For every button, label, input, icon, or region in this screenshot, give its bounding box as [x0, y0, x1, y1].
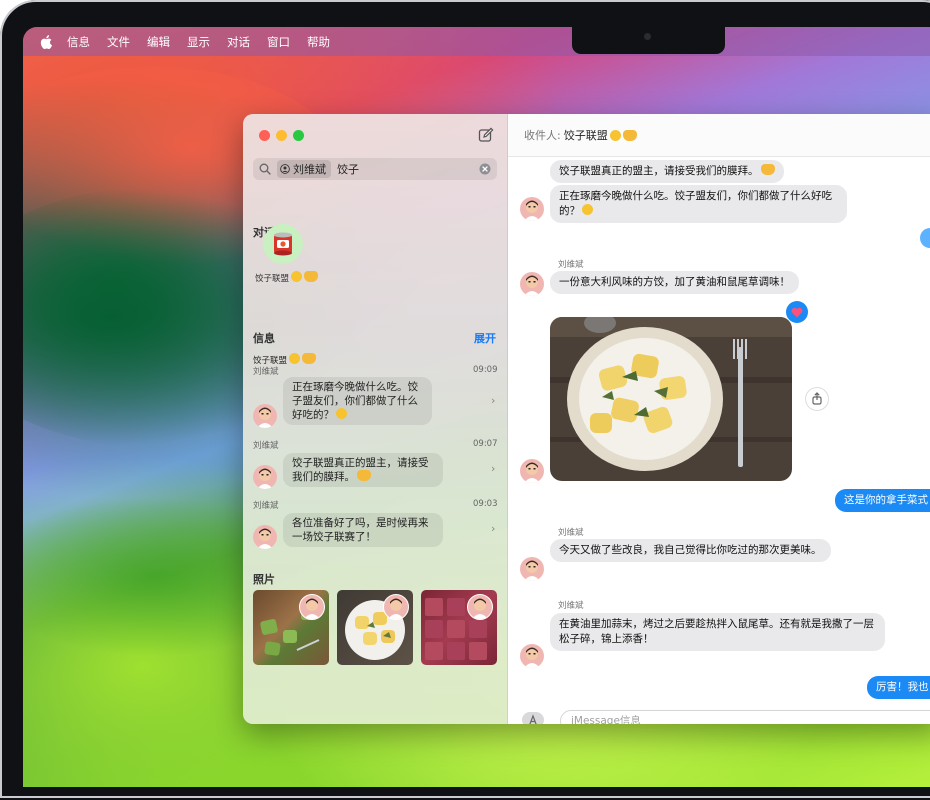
heart-tapback-icon[interactable]: [786, 301, 808, 323]
result-sender: 刘维斌: [253, 501, 279, 511]
share-icon[interactable]: [805, 387, 829, 411]
result-time: 09:09: [473, 365, 498, 375]
minimize-button[interactable]: [276, 130, 287, 141]
search-query: 饺子: [337, 163, 359, 176]
incoming-message: 饺子联盟真正的盟主，请接受我们的膜拜。: [550, 160, 784, 183]
grimace-emoji-icon: [289, 353, 301, 364]
menu-item-edit[interactable]: 编辑: [147, 34, 170, 50]
message-sender: 刘维斌: [558, 601, 584, 611]
messages-window: 刘维斌 饺子 对话 饺子联盟 信息 展开 饺子联盟 刘维斌 09:09 正在琢磨…: [243, 114, 930, 724]
tongue-emoji-icon: [336, 408, 347, 419]
menu-item-conversation[interactable]: 对话: [227, 34, 250, 50]
zoom-button[interactable]: [293, 130, 304, 141]
photos-heading: 照片: [253, 573, 275, 586]
result-sender: 刘维斌: [253, 441, 279, 451]
recipient-label: 收件人:: [524, 129, 561, 142]
search-field[interactable]: 刘维斌 饺子: [253, 158, 497, 180]
memoji-avatar: [520, 272, 544, 296]
clear-search-icon[interactable]: [479, 163, 491, 175]
message-text: 正在琢磨今晚做什么吃。饺子盟友们，你们都做了什么好吃的？: [559, 190, 832, 217]
photo-thumbnail[interactable]: [253, 590, 329, 665]
expand-link[interactable]: 展开: [474, 330, 496, 346]
chevron-right-icon: ›: [491, 462, 496, 475]
camera-icon: [644, 33, 651, 40]
result-time: 09:03: [473, 499, 498, 509]
memoji-avatar: [520, 644, 544, 668]
outgoing-message-edge: [920, 228, 930, 248]
recipient-name[interactable]: 饺子联盟: [564, 127, 608, 143]
memoji-avatar: [520, 197, 544, 221]
bow-emoji-icon: [760, 164, 775, 175]
ravioli-dish-image: [550, 317, 792, 481]
memoji-avatar: [253, 404, 277, 428]
memoji-avatar: [253, 465, 277, 489]
can-icon: [274, 232, 292, 256]
menu-item-file[interactable]: 文件: [107, 34, 130, 50]
compose-icon[interactable]: [478, 127, 494, 143]
outgoing-message: 这是你的拿手菜式: [835, 489, 930, 512]
incoming-message: 正在琢磨今晚做什么吃。饺子盟友们，你们都做了什么好吃的？: [550, 185, 847, 223]
photo-thumbnail[interactable]: [337, 590, 413, 665]
close-button[interactable]: [259, 130, 270, 141]
message-text: 饺子联盟真正的盟主，请接受我们的膜拜。: [559, 165, 759, 177]
camera-notch: [572, 27, 725, 54]
memoji-avatar: [520, 459, 544, 483]
search-token-person[interactable]: 刘维斌: [277, 160, 331, 178]
menu-item-window[interactable]: 窗口: [267, 34, 290, 50]
menu-item-help[interactable]: 帮助: [307, 34, 330, 50]
desktop-wallpaper: 信息 文件 编辑 显示 对话 窗口 帮助 刘维斌 饺子 对话 饺子联盟 信息 展…: [23, 27, 930, 787]
photo-thumbnail[interactable]: [421, 590, 497, 665]
grimace-emoji-icon: [291, 271, 303, 282]
result-message[interactable]: 饺子联盟真正的盟主，请接受我们的膜拜。: [283, 453, 443, 487]
incoming-message: 今天又做了些改良，我自己觉得比你吃过的那次更美味。: [550, 539, 831, 562]
message-input[interactable]: [560, 710, 930, 724]
compose-bar: [508, 684, 930, 724]
bow-emoji-icon: [304, 271, 319, 282]
bow-emoji-icon: [622, 129, 637, 141]
group-avatar[interactable]: [263, 224, 303, 264]
menu-bar: 信息 文件 编辑 显示 对话 窗口 帮助: [23, 27, 930, 56]
message-sender: 刘维斌: [558, 260, 584, 270]
memoji-avatar: [299, 594, 325, 620]
memoji-avatar: [383, 594, 409, 620]
menu-item-view[interactable]: 显示: [187, 34, 210, 50]
sidebar: 刘维斌 饺子 对话 饺子联盟 信息 展开 饺子联盟 刘维斌 09:09 正在琢磨…: [243, 114, 508, 724]
app-store-icon[interactable]: [522, 712, 544, 724]
chat-header: 收件人: 饺子联盟: [508, 114, 930, 157]
conversation-name[interactable]: 饺子联盟: [255, 271, 319, 284]
chat-panel: 收件人: 饺子联盟 饺子联盟真正的盟主，请接受我们的膜拜。 正在琢磨今晚做什么吃…: [508, 114, 930, 724]
result-message-text: 各位准备好了吗，是时候再来一场饺子联赛了！: [292, 517, 429, 543]
chevron-right-icon: ›: [491, 394, 496, 407]
memoji-avatar: [520, 557, 544, 581]
message-sender: 刘维斌: [558, 528, 584, 538]
result-sender: 刘维斌: [253, 367, 279, 377]
result-time: 09:07: [473, 439, 498, 449]
grimace-emoji-icon: [609, 129, 621, 141]
bow-emoji-icon: [302, 353, 317, 364]
bow-emoji-icon: [357, 470, 371, 481]
apple-logo-icon[interactable]: [39, 34, 53, 49]
person-icon: [280, 164, 290, 174]
memoji-avatar: [253, 525, 277, 549]
incoming-message: 一份意大利风味的方饺，加了黄油和鼠尾草调味！: [550, 271, 799, 294]
result-message[interactable]: 正在琢磨今晚做什么吃。饺子盟友们，你们都做了什么好吃的？: [283, 377, 432, 425]
result-message-text: 正在琢磨今晚做什么吃。饺子盟友们，你们都做了什么好吃的？: [292, 381, 418, 421]
chevron-right-icon: ›: [491, 522, 496, 535]
memoji-avatar: [467, 594, 493, 620]
tongue-emoji-icon: [582, 204, 593, 215]
result-message[interactable]: 各位准备好了吗，是时候再来一场饺子联赛了！: [283, 513, 443, 547]
search-icon: [259, 163, 271, 175]
incoming-message: 在黄油里加蒜末，烤过之后要趁热拌入鼠尾草。还有就是我撒了一层松子碎，锦上添香！: [550, 613, 885, 651]
photo-message[interactable]: [550, 317, 792, 481]
messages-heading: 信息: [253, 332, 275, 345]
conversation-name-text: 饺子联盟: [255, 274, 290, 284]
search-token-label: 刘维斌: [293, 163, 326, 176]
menu-item-messages[interactable]: 信息: [67, 34, 90, 50]
